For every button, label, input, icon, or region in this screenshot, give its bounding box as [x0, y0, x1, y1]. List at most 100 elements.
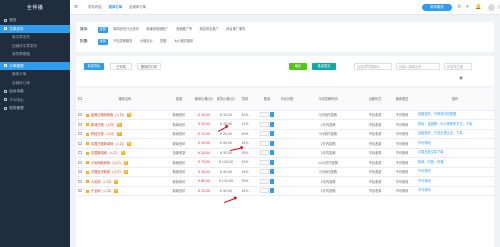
filter-option[interactable]: 不包发稿服务 [111, 39, 134, 45]
quantity-confirm-icon[interactable] [269, 169, 275, 175]
row-checkbox[interactable] [78, 160, 82, 164]
filter-option[interactable]: 大价格总媒体 [172, 39, 195, 45]
avatar[interactable] [488, 3, 495, 11]
quantity-input[interactable] [259, 188, 269, 194]
media-name-link[interactable]: 中国日报新闻网（入口） [91, 142, 126, 146]
completed-button[interactable]: 已完成 [110, 63, 132, 70]
row-checkbox-cell[interactable] [76, 119, 84, 130]
filter-option[interactable]: 全部 [97, 39, 108, 45]
row-checkbox[interactable] [78, 179, 82, 183]
quantity-cell[interactable] [254, 167, 280, 177]
row-checkbox-cell[interactable] [76, 167, 84, 177]
sidebar-item[interactable]: 我的草稿箱 [0, 50, 70, 59]
quantity-cell[interactable] [254, 176, 280, 187]
dropdown-chevron-icon[interactable]: ▾ [466, 4, 469, 10]
sidebar: 全伴播 首页 文章发布 新文章发布 旧媒体文章发布 我的草稿箱 订单管理 媒体订单 自媒体订单… [0, 0, 70, 247]
row-checkbox-cell[interactable] [76, 110, 84, 120]
row-checkbox[interactable] [78, 113, 82, 117]
filter-option[interactable]: 配套 [158, 39, 168, 45]
top-tab[interactable]: 发布内容 [86, 4, 104, 10]
quantity-cell[interactable] [254, 157, 280, 168]
media-name-link[interactable]: 人民网（入口） [91, 180, 113, 184]
row-checkbox-cell[interactable] [76, 157, 84, 168]
quantity-cell[interactable] [254, 110, 280, 120]
quantity-input[interactable] [259, 169, 269, 175]
avg-time-cell: 5分钟内发稿 [294, 129, 362, 139]
quantity-confirm-icon[interactable] [269, 112, 275, 118]
sidebar-nav: 首页 文章发布 新文章发布 旧媒体文章发布 我的草稿箱订单管理 媒体订单 自媒体订单 后台功能… [0, 16, 70, 113]
row-checkbox-cell[interactable] [76, 138, 84, 149]
media-name-link[interactable]: 千龙网（入口） [91, 189, 113, 193]
sidebar-item[interactable]: 后台功能 [0, 87, 70, 96]
filter-option[interactable]: 营销推广号 [174, 27, 194, 33]
top-tab[interactable]: 媒体订单 [107, 4, 125, 10]
quantity-cell[interactable] [254, 186, 280, 196]
quantity-confirm-icon[interactable] [269, 188, 275, 194]
media-name-link[interactable]: 财经日报（入口） [91, 132, 117, 136]
row-checkbox[interactable] [78, 189, 82, 193]
filter-option[interactable]: 新闻资讯行业资讯 [111, 27, 141, 33]
sidebar-item[interactable]: 自媒体订单 [0, 79, 70, 88]
sidebar-item[interactable]: 媒体订单 [0, 70, 70, 79]
deleted-orders-button[interactable]: 删除的订单 [137, 63, 161, 70]
row-checkbox[interactable] [78, 151, 82, 155]
row-checkbox[interactable] [78, 170, 82, 174]
media-name-link[interactable]: 人民网新闻网（入口） [91, 161, 123, 165]
select-all-checkbox[interactable] [78, 97, 82, 101]
media-name-link[interactable]: 中国新闻网（入口） [91, 151, 120, 155]
quantity-input[interactable] [259, 140, 269, 146]
media-name-link[interactable]: 中国经济新闻（入口） [91, 170, 123, 174]
date-input[interactable]: 请选择日期 [444, 63, 472, 70]
sidebar-item[interactable]: 旧媒体文章发布 [0, 42, 70, 51]
sidebar-item[interactable]: 订单管理 [0, 61, 70, 70]
sidebar-item[interactable]: 个人中心 [0, 96, 70, 105]
row-checkbox-cell[interactable] [76, 129, 84, 139]
quantity-cell[interactable] [254, 138, 280, 149]
quantity-input[interactable] [259, 112, 269, 118]
quantity-cell[interactable] [254, 129, 280, 139]
notification-bell-icon[interactable]: 🔔 [475, 4, 481, 10]
sidebar-item[interactable]: 首页 [0, 16, 70, 25]
quantity-input[interactable] [259, 178, 269, 184]
quantity-input[interactable] [259, 159, 269, 165]
quantity-confirm-icon[interactable] [269, 178, 275, 184]
quantity-confirm-icon[interactable] [269, 121, 275, 127]
vip-service-button[interactable]: 新享服务 [422, 4, 452, 11]
media-thumbnail-icon [86, 189, 90, 193]
column-header[interactable] [76, 88, 84, 111]
quantity-cell[interactable] [254, 119, 280, 130]
row-checkbox-cell[interactable] [76, 148, 84, 158]
filter-option[interactable]: 网站排名推广 [198, 27, 221, 33]
row-checkbox[interactable] [78, 122, 82, 126]
filter-option[interactable]: 新媒体营销推广 [144, 27, 170, 33]
top-tab[interactable]: 自媒体订单 [127, 4, 148, 10]
media-select[interactable]: 请选择所属媒体 [354, 63, 392, 70]
filter-option[interactable]: 价格定价 [138, 39, 155, 45]
quantity-confirm-icon[interactable] [269, 159, 275, 165]
quantity-input[interactable] [259, 121, 269, 127]
media-name-link[interactable]: 金融日报网络版（入口） [91, 113, 126, 117]
menu-toggle-icon[interactable]: ≡ [74, 5, 78, 10]
row-checkbox[interactable] [78, 132, 82, 136]
quantity-input[interactable] [259, 150, 269, 156]
media-name-link[interactable]: 新闻日报（入口） [91, 123, 117, 127]
settings-icon[interactable]: ⚙ [457, 4, 461, 10]
quantity-confirm-icon[interactable] [269, 140, 275, 146]
quantity-confirm-icon[interactable] [269, 131, 275, 137]
confirm-button[interactable]: 确定 [289, 63, 307, 70]
quantity-input[interactable] [259, 131, 269, 137]
row-checkbox-cell[interactable] [76, 186, 84, 196]
grid-view-icon[interactable]: ▦ [456, 75, 466, 82]
filter-option[interactable]: 全部 [97, 27, 108, 33]
media-name-input[interactable]: 请输入媒体名称 [396, 63, 440, 70]
row-checkbox[interactable] [78, 141, 82, 145]
export-button[interactable]: 批量导出 [84, 63, 104, 70]
quantity-cell[interactable] [254, 148, 280, 158]
sidebar-item[interactable]: 文章发布 [0, 24, 70, 33]
sidebar-item[interactable]: 财务管理 [0, 104, 70, 113]
row-checkbox-cell[interactable] [76, 176, 84, 187]
batch-submit-button[interactable]: 批量提交 [312, 63, 336, 70]
filter-option[interactable]: 综合推广服务 [224, 27, 247, 33]
quantity-confirm-icon[interactable] [269, 150, 275, 156]
sidebar-item[interactable]: 新文章发布 [0, 33, 70, 42]
